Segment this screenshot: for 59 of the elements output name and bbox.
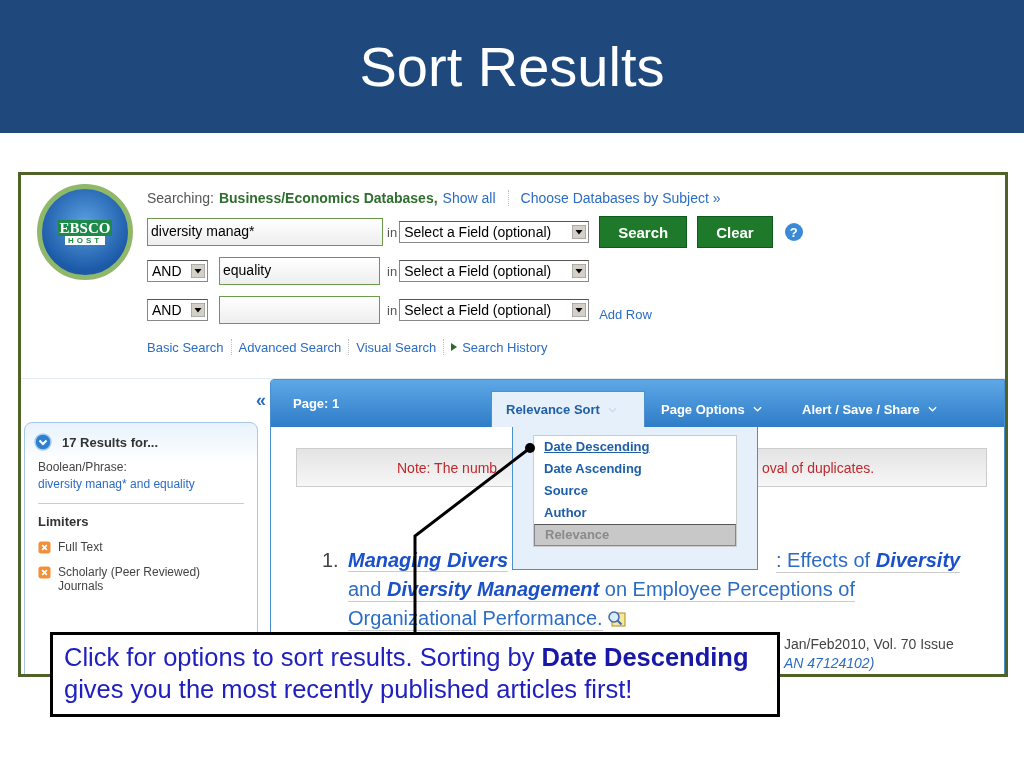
show-all-link[interactable]: Show all: [442, 190, 496, 206]
dropdown-arrow-icon[interactable]: [191, 303, 205, 317]
menu-tab[interactable]: Relevance Sort: [491, 391, 645, 427]
sort-option[interactable]: Date Descending: [534, 436, 736, 458]
citation-text: Jan/Feb2010, Vol. 70 Issue: [784, 635, 955, 654]
preview-icon[interactable]: [606, 609, 627, 628]
search-button[interactable]: Search: [599, 216, 688, 248]
chevron-down-icon[interactable]: [34, 433, 52, 451]
search-mode-link[interactable]: Advanced Search: [238, 339, 342, 355]
menu-tab[interactable]: Page Options: [661, 391, 802, 427]
result-number: 1.: [322, 548, 340, 573]
chevron-down-icon: [927, 406, 937, 412]
sort-option[interactable]: Source: [534, 480, 736, 502]
operator-select[interactable]: AND: [147, 299, 208, 321]
sort-option[interactable]: Date Ascending: [534, 458, 736, 480]
field-select[interactable]: Select a Field (optional): [399, 299, 590, 321]
search-field[interactable]: [219, 296, 380, 324]
field-select[interactable]: Select a Field (optional): [399, 221, 590, 243]
search-mode-link[interactable]: Basic Search: [147, 339, 224, 355]
search-mode-link[interactable]: Search History: [462, 339, 548, 355]
operator-select[interactable]: AND: [147, 260, 208, 282]
clear-button[interactable]: Clear: [697, 216, 773, 248]
dropdown-arrow-icon[interactable]: [572, 225, 587, 239]
dropdown-arrow-icon[interactable]: [572, 303, 587, 317]
callout-text: Click for options to sort results. Sorting by Date Descending gives you the most recently published articles first!: [64, 642, 750, 705]
dropdown-arrow-icon[interactable]: [572, 264, 587, 278]
query-link[interactable]: diversity manag* and equality: [38, 477, 244, 491]
limiters-heading: Limiters: [38, 514, 90, 529]
add-row-link[interactable]: Add Row: [599, 306, 652, 322]
logo-text: EBSCO: [57, 219, 113, 236]
search-field[interactable]: diversity manag*: [147, 218, 383, 246]
query-label: Boolean/Phrase:: [38, 460, 128, 474]
in-label: in: [387, 302, 398, 318]
search-field[interactable]: equality: [219, 257, 380, 285]
help-button[interactable]: ?: [784, 223, 803, 241]
result-title[interactable]: : Effects of Diversity: [776, 548, 961, 573]
search-mode-link[interactable]: Visual Search: [356, 339, 437, 355]
note-text: Note: The numb: [397, 459, 498, 476]
triangle-icon: [451, 343, 458, 351]
menu-tab[interactable]: Alert / Save / Share: [802, 391, 937, 427]
results-heading: 17 Results for...: [62, 434, 159, 450]
in-label: in: [387, 224, 398, 240]
logo-subtext: HOST: [64, 235, 106, 245]
limiter-label: Scholarly (Peer Reviewed) Journals: [58, 565, 202, 593]
database-name: Business/Economics Databases,: [218, 190, 438, 206]
accession-number: AN 47124102): [784, 654, 876, 673]
chevron-down-icon: [607, 406, 617, 413]
collapse-button[interactable]: «: [256, 390, 266, 411]
slide-title: Sort Results: [359, 34, 665, 99]
dropdown-arrow-icon[interactable]: [191, 264, 205, 278]
choose-databases-link[interactable]: Choose Databases by Subject »: [520, 190, 721, 206]
chevron-down-icon: [752, 406, 762, 412]
field-select[interactable]: Select a Field (optional): [399, 260, 590, 282]
note-text: oval of duplicates.: [762, 459, 875, 476]
sort-option[interactable]: Author: [534, 502, 736, 524]
page-label: Page: 1: [292, 396, 341, 411]
searching-label: Searching:: [147, 190, 214, 206]
limiter-label: Full Text: [58, 540, 104, 554]
in-label: in: [387, 263, 398, 279]
